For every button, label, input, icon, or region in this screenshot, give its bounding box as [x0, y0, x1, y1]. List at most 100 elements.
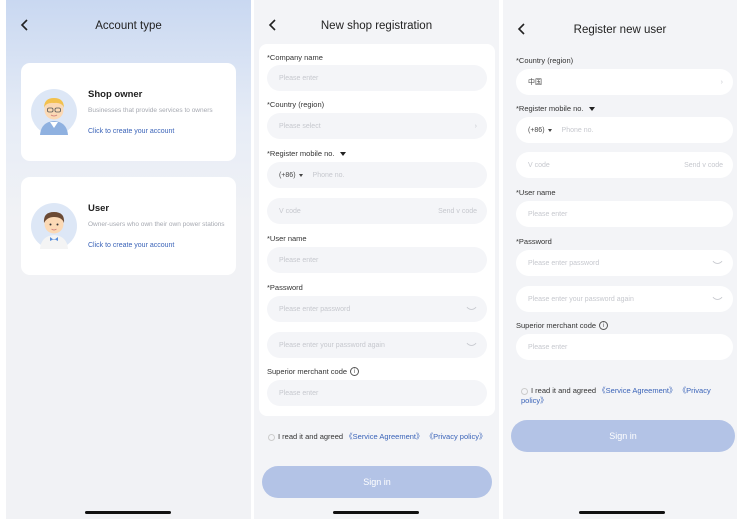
send-vcode-button[interactable]: Send v code: [438, 198, 477, 224]
chevron-left-icon: [20, 19, 28, 31]
shop-registration-screen: New shop registration *Company name Plea…: [254, 0, 499, 519]
mobile-label-text: *Register mobile no.: [267, 149, 335, 158]
caret-down-icon: [339, 151, 346, 156]
user-card[interactable]: User Owner-users who own their own power…: [21, 177, 236, 275]
privacy-policy-link[interactable]: 《Privacy policy》: [426, 432, 487, 441]
vcode-input[interactable]: V code Send v code: [516, 152, 733, 178]
user-create-link[interactable]: Click to create your account: [88, 242, 174, 249]
phone-placeholder: Phone no.: [561, 126, 594, 134]
username-input[interactable]: Please enter: [516, 201, 733, 227]
merchant-code-label-text: Superior merchant code: [267, 367, 348, 376]
info-circle-icon[interactable]: i: [599, 321, 609, 330]
country-select[interactable]: Please select ›: [267, 113, 487, 139]
company-name-placeholder: Please enter: [279, 74, 319, 82]
country-label: *Country (region): [267, 100, 325, 109]
username-label: *User name: [267, 234, 307, 243]
eye-closed-icon[interactable]: [712, 250, 723, 276]
user-avatar-icon: [31, 203, 77, 249]
username-placeholder: Please enter: [528, 210, 568, 218]
registration-form: *Company name Please enter *Country (reg…: [259, 44, 495, 416]
shop-owner-avatar-icon: [31, 89, 77, 135]
user-description: Owner-users who own their own power stat…: [88, 221, 225, 228]
country-code: (+86): [528, 126, 545, 134]
user-title: User: [88, 203, 110, 214]
password-input[interactable]: Please enter password: [516, 250, 733, 276]
company-name-label: *Company name: [267, 53, 323, 62]
service-agreement-link[interactable]: 《Service Agreement》: [345, 432, 423, 441]
info-circle-icon[interactable]: i: [350, 367, 360, 376]
username-input[interactable]: Please enter: [267, 247, 487, 273]
username-placeholder: Please enter: [279, 256, 319, 264]
agree-checkbox[interactable]: [521, 387, 528, 395]
home-indicator: [579, 511, 665, 514]
page-title: Register new user: [573, 24, 667, 36]
vcode-input[interactable]: V code Send v code: [267, 198, 487, 224]
shop-owner-title: Shop owner: [88, 89, 143, 100]
shop-owner-card[interactable]: Shop owner Businesses that provide servi…: [21, 63, 236, 161]
agreement-row: I read it and agreed 《Service Agreement》…: [521, 386, 735, 406]
password-placeholder: Please enter password: [279, 305, 351, 313]
password-again-placeholder: Please enter your password again: [528, 295, 634, 303]
phone-input[interactable]: (+86) Phone no.: [267, 162, 487, 188]
caret-down-icon: [547, 128, 552, 132]
caret-down-icon: [298, 173, 303, 177]
vcode-placeholder: V code: [279, 207, 301, 215]
merchant-code-input[interactable]: Please enter: [516, 334, 733, 360]
eye-closed-icon[interactable]: [466, 296, 477, 322]
country-code-select[interactable]: (+86): [279, 172, 303, 179]
phone-placeholder: Phone no.: [312, 171, 345, 179]
chevron-right-icon: ›: [474, 122, 477, 130]
merchant-code-label-text: Superior merchant code: [516, 321, 597, 330]
sign-in-button[interactable]: Sign in: [511, 420, 735, 452]
country-select[interactable]: 中国 ›: [516, 69, 733, 95]
vcode-placeholder: V code: [528, 161, 550, 169]
country-placeholder: Please select: [279, 122, 321, 130]
header: New shop registration: [254, 12, 499, 40]
password-again-placeholder: Please enter your password again: [279, 341, 385, 349]
agree-checkbox[interactable]: [268, 433, 275, 441]
home-indicator: [85, 511, 171, 514]
eye-closed-icon[interactable]: [466, 332, 477, 358]
user-registration-screen: Register new user *Country (region) 中国 ›…: [503, 0, 737, 519]
password-label: *Password: [267, 283, 303, 292]
mobile-label[interactable]: *Register mobile no.: [267, 149, 346, 158]
merchant-code-label: Superior merchant code i: [516, 321, 609, 330]
shop-owner-description: Businesses that provide services to owne…: [88, 107, 213, 114]
country-code: (+86): [279, 171, 296, 179]
username-label: *User name: [516, 188, 556, 197]
mobile-label[interactable]: *Register mobile no.: [516, 104, 595, 113]
country-code-select[interactable]: (+86): [528, 127, 552, 134]
country-label: *Country (region): [516, 56, 574, 65]
phone-input[interactable]: (+86) Phone no.: [516, 117, 733, 143]
company-name-input[interactable]: Please enter: [267, 65, 487, 91]
eye-closed-icon[interactable]: [712, 286, 723, 312]
back-button[interactable]: [511, 18, 533, 40]
chevron-left-icon: [517, 23, 525, 35]
header: Register new user: [503, 16, 737, 44]
back-button[interactable]: [262, 14, 284, 36]
password-confirm-input[interactable]: Please enter your password again: [267, 332, 487, 358]
agree-text: I read it and agreed: [278, 432, 344, 441]
shop-owner-create-link[interactable]: Click to create your account: [88, 128, 174, 135]
mobile-label-text: *Register mobile no.: [516, 104, 584, 113]
merchant-code-placeholder: Please enter: [279, 389, 319, 397]
chevron-left-icon: [268, 19, 276, 31]
account-type-screen: Account type Shop owner Businesses that …: [6, 0, 251, 519]
page-title: New shop registration: [320, 20, 433, 32]
merchant-code-input[interactable]: Please enter: [267, 380, 487, 406]
sign-in-button[interactable]: Sign in: [262, 466, 492, 498]
send-vcode-button[interactable]: Send v code: [684, 152, 723, 178]
home-indicator: [333, 511, 419, 514]
password-confirm-input[interactable]: Please enter your password again: [516, 286, 733, 312]
chevron-right-icon: ›: [720, 78, 723, 86]
agreement-row: I read it and agreed 《Service Agreement》…: [268, 432, 493, 442]
back-button[interactable]: [14, 14, 36, 36]
merchant-code-label: Superior merchant code i: [267, 367, 360, 376]
service-agreement-link[interactable]: 《Service Agreement》: [598, 386, 676, 395]
password-input[interactable]: Please enter password: [267, 296, 487, 322]
merchant-code-placeholder: Please enter: [528, 343, 568, 351]
country-value: 中国: [528, 79, 542, 86]
password-placeholder: Please enter password: [528, 259, 600, 267]
agree-text: I read it and agreed: [531, 386, 597, 395]
page-title: Account type: [95, 20, 162, 32]
